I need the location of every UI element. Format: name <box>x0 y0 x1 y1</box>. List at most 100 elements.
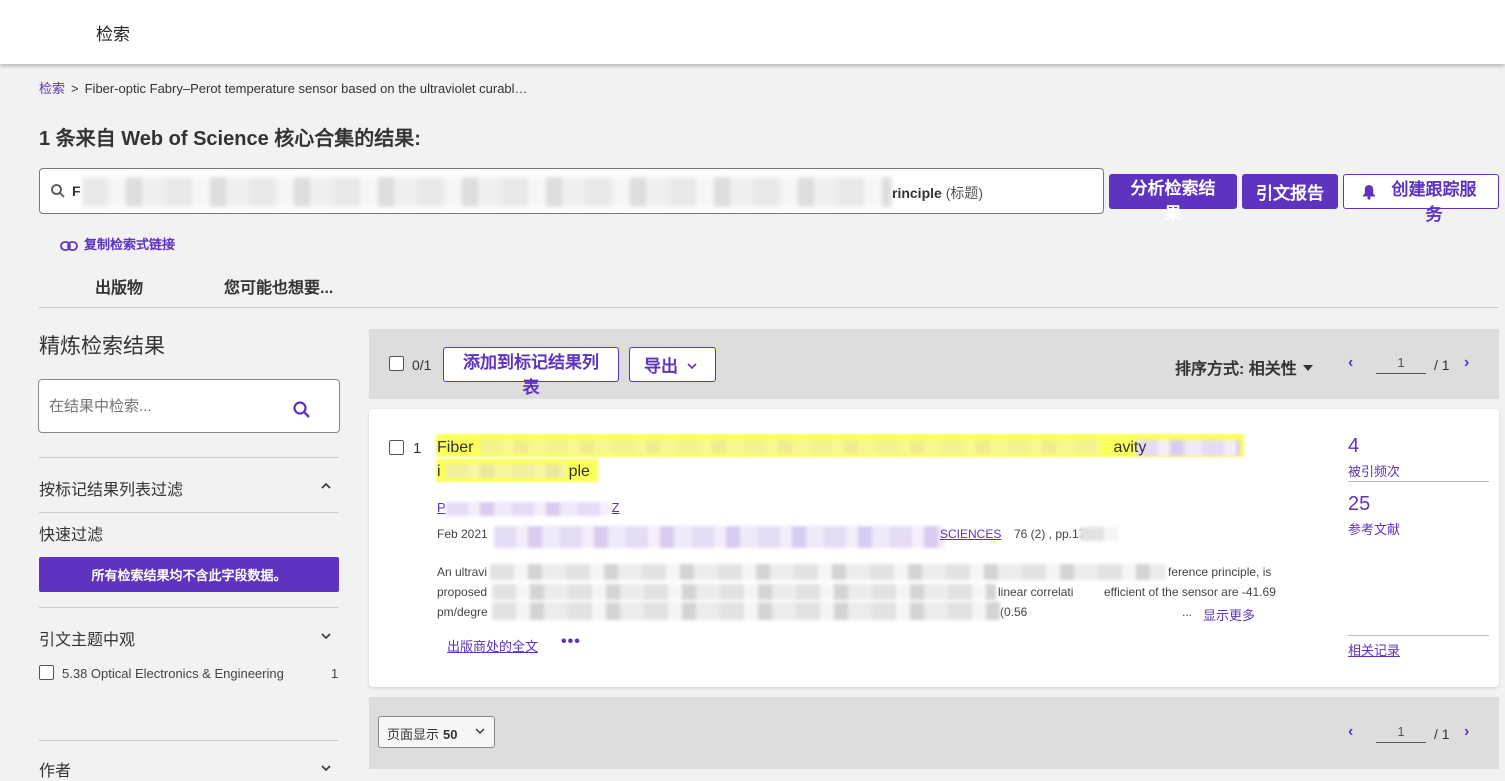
page-total: / 1 <box>1434 726 1450 742</box>
link-icon <box>60 241 78 251</box>
chevron-down-icon <box>475 728 485 734</box>
journal-redacted <box>494 526 944 548</box>
title-redacted <box>1136 440 1240 456</box>
author-end: Z <box>611 500 620 515</box>
chevron-down-icon <box>687 363 697 370</box>
query-text-end: rinciple (标题) <box>892 183 983 203</box>
title-start: Fiber <box>437 439 474 456</box>
export-label: 导出 <box>644 357 678 376</box>
divider <box>39 607 339 608</box>
page-number-input[interactable] <box>1376 352 1426 374</box>
copy-query-link[interactable]: 复制检索式链接 <box>60 234 175 253</box>
record-number: 1 <box>413 440 422 457</box>
page-number-input[interactable] <box>1376 721 1426 743</box>
prev-page-icon[interactable]: ‹ <box>1348 723 1353 741</box>
title-line2-start: i <box>437 463 441 480</box>
next-page-icon[interactable]: › <box>1464 723 1469 741</box>
export-button[interactable]: 导出 <box>629 347 716 382</box>
title-middle: avity <box>1113 439 1147 456</box>
full-text-link[interactable]: 出版商处的全文 <box>447 636 538 655</box>
selected-count: 0/1 <box>412 357 432 373</box>
chevron-down-icon[interactable] <box>320 630 332 642</box>
references-count[interactable]: 25 <box>1348 493 1370 516</box>
abstract-line1-start: An ultravi <box>437 565 488 579</box>
bottom-pagination-bar <box>369 697 1499 769</box>
abstract-line2-end: efficient of the sensor are -41.69 <box>1104 585 1276 599</box>
query-redacted <box>82 177 892 207</box>
abstract-redacted <box>492 584 996 600</box>
abstract-line3-end: (0.56 <box>1000 605 1028 619</box>
record-title[interactable]: Fiber avity i ple <box>437 436 1146 484</box>
record-checkbox[interactable] <box>389 440 404 455</box>
chevron-down-icon[interactable] <box>320 762 332 774</box>
tab-you-may-also-like[interactable]: 您可能也想要... <box>224 274 333 298</box>
references-label: 参考文献 <box>1348 522 1401 537</box>
marked-list-filter-title[interactable]: 按标记结果列表过滤 <box>39 476 183 500</box>
divider <box>39 512 339 513</box>
abstract-ellipsis: ... <box>1182 605 1193 619</box>
page-total: / 1 <box>1434 357 1450 373</box>
topic-count: 1 <box>331 666 339 681</box>
abstract-redacted <box>490 564 1166 580</box>
sort-dropdown[interactable]: 排序方式: 相关性 <box>1175 355 1313 379</box>
divider <box>39 457 339 458</box>
page-title: 检索 <box>96 25 130 44</box>
add-to-marked-list-button[interactable]: 添加到标记结果列表 <box>443 347 619 397</box>
per-page-label: 页面显示 <box>387 727 440 742</box>
create-alert-button[interactable]: 创建跟踪服务 <box>1343 174 1499 224</box>
title-line2-end: ple <box>568 463 590 480</box>
pub-date: Feb 2021 <box>437 527 488 541</box>
breadcrumb-separator: > <box>71 81 79 96</box>
caret-down-icon <box>1302 365 1313 371</box>
citation-report-button[interactable]: 引文报告 <box>1242 174 1338 209</box>
times-cited-count[interactable]: 4 <box>1348 435 1359 458</box>
breadcrumb-search-link[interactable]: 检索 <box>39 81 65 96</box>
breadcrumb: 检索 > Fiber-optic Fabry–Perot temperature s… <box>39 78 528 97</box>
journal-link[interactable]: SCIENCES <box>940 527 1001 541</box>
chevron-up-icon[interactable] <box>320 480 332 492</box>
sort-label: 排序方式: 相关性 <box>1175 361 1297 378</box>
author-start: P <box>437 500 446 515</box>
metric-divider <box>1348 481 1489 482</box>
abstract-redacted <box>492 602 1000 620</box>
bell-icon <box>1363 185 1375 200</box>
query-field-tag: (标题) <box>945 185 984 201</box>
search-icon[interactable] <box>292 400 312 420</box>
authors-facet-title[interactable]: 作者 <box>39 757 71 781</box>
search-icon <box>51 184 65 198</box>
more-options-icon[interactable]: ••• <box>561 633 581 651</box>
per-page-value: 50 <box>443 727 458 742</box>
authors-redacted <box>446 502 610 516</box>
topic-checkbox[interactable] <box>39 665 54 680</box>
abstract-line2-start: proposed <box>437 585 488 599</box>
results-heading: 1 条来自 Web of Science 核心合集的结果: <box>39 128 421 150</box>
top-bar: 检索 <box>0 0 1505 64</box>
quick-filter-label: 快速过滤 <box>39 527 104 544</box>
query-text-start: F <box>72 183 81 199</box>
tabs-divider <box>39 307 1499 308</box>
query-suffix: rinciple <box>892 185 942 201</box>
abstract-line1-end: ference principle, is <box>1168 565 1272 579</box>
refine-title: 精炼检索结果 <box>39 335 165 358</box>
breadcrumb-current: Fiber-optic Fabry–Perot temperature sens… <box>84 81 528 96</box>
divider <box>39 740 339 741</box>
abstract-line2-mid: linear correlati <box>998 585 1074 599</box>
abstract-line3-start: pm/degre <box>437 605 488 619</box>
times-cited-label: 被引频次 <box>1348 464 1401 479</box>
next-page-icon[interactable]: › <box>1464 354 1469 372</box>
query-display[interactable]: F rinciple (标题) <box>39 168 1104 214</box>
citation-topics-title[interactable]: 引文主题中观 <box>39 626 135 650</box>
related-records-link[interactable]: 相关记录 <box>1348 640 1400 659</box>
prev-page-icon[interactable]: ‹ <box>1348 354 1353 372</box>
tab-publications[interactable]: 出版物 <box>95 274 143 298</box>
select-all-checkbox[interactable] <box>389 356 404 371</box>
per-page-select[interactable]: 页面显示 50 <box>378 716 495 748</box>
copy-link-label: 复制检索式链接 <box>84 237 176 252</box>
create-alert-label: 创建跟踪服务 <box>1391 180 1477 224</box>
topic-label: 5.38 Optical Electronics & Engineering <box>62 666 284 681</box>
show-more-link[interactable]: 显示更多 <box>1203 605 1255 624</box>
analyze-results-button[interactable]: 分析检索结果 <box>1109 174 1237 223</box>
metric-divider <box>1348 635 1489 636</box>
pages-redacted <box>1080 527 1118 541</box>
no-field-data-button[interactable]: 所有检索结果均不含此字段数据。 <box>39 557 339 592</box>
